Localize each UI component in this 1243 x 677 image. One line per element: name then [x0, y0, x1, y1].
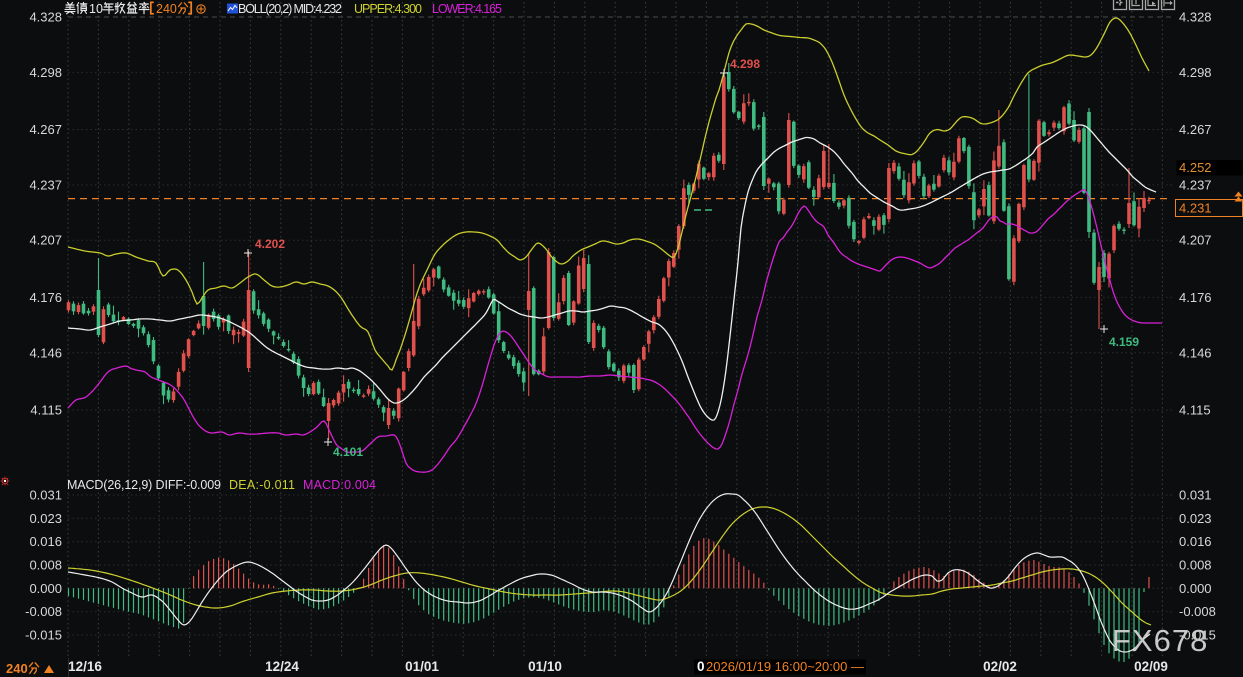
- svg-text:4.115: 4.115: [1179, 402, 1211, 417]
- svg-text:4.237: 4.237: [1179, 177, 1212, 192]
- svg-text:0.016: 0.016: [1179, 534, 1212, 549]
- svg-text:4.202: 4.202: [255, 237, 285, 251]
- svg-text:4.328: 4.328: [29, 10, 62, 25]
- svg-text:01/01: 01/01: [405, 659, 439, 674]
- svg-text:DEA:-0.011: DEA:-0.011: [229, 478, 295, 492]
- svg-text:-0.008: -0.008: [25, 604, 62, 619]
- svg-text:02/02: 02/02: [983, 659, 1017, 674]
- svg-text:LOWER:4.165: LOWER:4.165: [432, 2, 502, 16]
- svg-text:4.298: 4.298: [1179, 65, 1212, 80]
- svg-text:0.008: 0.008: [29, 558, 62, 573]
- svg-text:12/24: 12/24: [265, 659, 299, 674]
- svg-text:0.031: 0.031: [1179, 488, 1212, 503]
- svg-text:4.176: 4.176: [29, 290, 62, 305]
- svg-text:4.237: 4.237: [29, 177, 62, 192]
- svg-text:4.267: 4.267: [1179, 122, 1212, 137]
- svg-text:4.298: 4.298: [730, 57, 760, 71]
- svg-text:0.031: 0.031: [29, 488, 62, 503]
- svg-text:FX678: FX678: [1112, 623, 1208, 658]
- svg-text:0.016: 0.016: [29, 534, 62, 549]
- svg-text:4.115: 4.115: [30, 402, 62, 417]
- svg-text:240: 240: [6, 661, 28, 676]
- svg-text:MACD(26,12,9) DIFF:-0.009: MACD(26,12,9) DIFF:-0.009: [67, 478, 221, 492]
- svg-text:4.101: 4.101: [333, 445, 363, 459]
- svg-text:4.207: 4.207: [1179, 233, 1212, 248]
- svg-text:0.023: 0.023: [1179, 511, 1212, 526]
- svg-text:12/16: 12/16: [68, 659, 102, 674]
- svg-text:4.328: 4.328: [1179, 10, 1212, 25]
- svg-text:01/10: 01/10: [528, 659, 562, 674]
- svg-text:4.252: 4.252: [1179, 160, 1212, 175]
- svg-text:240: 240: [156, 2, 177, 16]
- svg-text:MACD:0.004: MACD:0.004: [303, 478, 376, 492]
- svg-text:4.231: 4.231: [1179, 201, 1212, 216]
- svg-text:0.000: 0.000: [29, 581, 62, 596]
- svg-text:02/09: 02/09: [1134, 659, 1168, 674]
- svg-text:UPPER:4.300: UPPER:4.300: [354, 2, 422, 16]
- svg-text:4.146: 4.146: [1179, 345, 1212, 360]
- svg-text:4.159: 4.159: [1109, 335, 1139, 349]
- svg-text:-0.015: -0.015: [25, 628, 62, 643]
- svg-text:4.146: 4.146: [29, 345, 62, 360]
- svg-text:2026/01/19 16:00~20:00 —: 2026/01/19 16:00~20:00 —: [706, 659, 864, 674]
- svg-text:10: 10: [89, 2, 103, 16]
- svg-text:-0.008: -0.008: [1179, 604, 1216, 619]
- svg-text:4.207: 4.207: [29, 233, 62, 248]
- svg-text:0.008: 0.008: [1179, 558, 1212, 573]
- svg-text:4.267: 4.267: [29, 122, 62, 137]
- svg-text:BOLL(20,2) MID:4.232: BOLL(20,2) MID:4.232: [238, 2, 342, 16]
- svg-text:4.298: 4.298: [29, 65, 62, 80]
- svg-text:0.023: 0.023: [29, 511, 62, 526]
- svg-text:0: 0: [697, 659, 705, 674]
- svg-text:4.176: 4.176: [1179, 290, 1212, 305]
- svg-text:0.000: 0.000: [1179, 581, 1212, 596]
